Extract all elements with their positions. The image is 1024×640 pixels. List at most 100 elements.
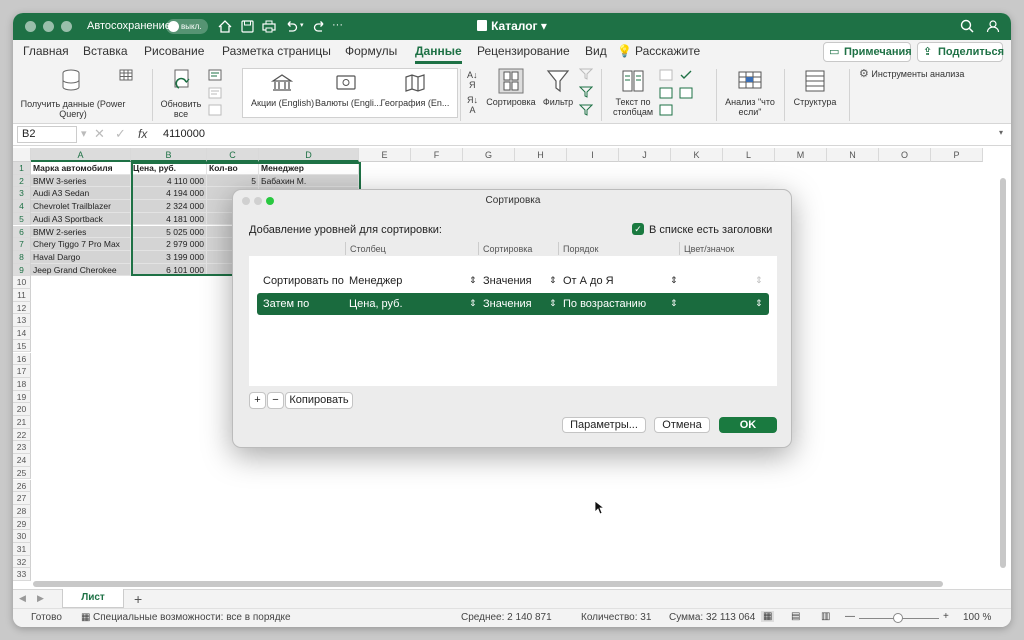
cell[interactable]: Audi A3 Sedan [31, 187, 131, 201]
scroll-left-icon[interactable]: ◀ [19, 593, 26, 604]
column-header[interactable]: M [775, 148, 827, 162]
document-title[interactable]: Каталог ▾ [13, 19, 1011, 33]
reapply-filter-icon[interactable] [578, 86, 594, 100]
sort-column-select[interactable]: Менеджер [349, 275, 402, 287]
options-button[interactable]: Параметры... [562, 417, 646, 433]
remove-level-button[interactable]: − [267, 392, 284, 409]
comments-button[interactable]: ▭ Примечания [823, 42, 912, 62]
column-header[interactable]: E [359, 148, 411, 162]
data-type-stocks[interactable]: Акции (English) [251, 73, 314, 108]
zoom-in-icon[interactable]: + [943, 611, 949, 622]
analysis-tools-button[interactable]: ⚙ Инструменты анализа [859, 69, 964, 80]
cancel-button[interactable]: Отмена [654, 417, 710, 433]
row-header[interactable]: 9 [13, 263, 31, 277]
column-header[interactable]: L [723, 148, 775, 162]
edit-links-icon[interactable] [208, 104, 222, 118]
column-header[interactable]: G [463, 148, 515, 162]
tab-review[interactable]: Рецензирование [477, 44, 570, 58]
row-header[interactable]: 33 [13, 568, 31, 582]
cell[interactable]: 4 110 000 [131, 174, 207, 188]
row-header[interactable]: 17 [13, 365, 31, 378]
name-box-dropdown-icon[interactable]: ▾ [81, 127, 87, 140]
cancel-entry-icon[interactable]: ✕ [94, 126, 105, 142]
accessibility-status[interactable]: Специальные возможности: все в порядке [93, 612, 291, 623]
column-header[interactable]: H [515, 148, 567, 162]
row-header[interactable]: 3 [13, 187, 31, 201]
page-layout-view-icon[interactable]: ▤ [791, 611, 800, 622]
row-header[interactable]: 19 [13, 390, 31, 404]
row-header[interactable]: 11 [13, 289, 31, 302]
cell[interactable]: Цена, руб. [131, 162, 207, 175]
tab-view[interactable]: Вид [585, 44, 607, 58]
ok-button[interactable]: OK [719, 417, 777, 433]
relationships-icon[interactable] [679, 87, 693, 101]
column-header[interactable]: O [879, 148, 931, 162]
add-sheet-button[interactable]: + [134, 591, 142, 607]
column-header[interactable]: A [31, 148, 131, 162]
properties-icon[interactable] [208, 87, 222, 101]
row-header[interactable]: 31 [13, 543, 31, 556]
tab-data[interactable]: Данные [415, 44, 462, 64]
outline-button[interactable]: Структура [790, 68, 840, 107]
cell[interactable]: 5 025 000 [131, 225, 207, 239]
row-header[interactable]: 12 [13, 301, 31, 315]
row-header[interactable]: 15 [13, 339, 31, 353]
headers-checkbox-label[interactable]: В списке есть заголовки [649, 224, 772, 236]
cell[interactable]: BMW 3-series [31, 174, 131, 188]
row-header[interactable]: 20 [13, 403, 31, 416]
cell[interactable]: BMW 2-series [31, 225, 131, 239]
column-header[interactable]: K [671, 148, 723, 162]
search-icon[interactable] [957, 16, 977, 36]
column-header[interactable]: N [827, 148, 879, 162]
formula-input[interactable]: 4110000 [163, 128, 205, 140]
tab-page-layout[interactable]: Разметка страницы [222, 44, 331, 58]
sort-level-row-selected[interactable]: Затем по Цена, руб. ⇕ Значения ⇕ По возр… [257, 293, 769, 315]
cell[interactable]: 4 194 000 [131, 187, 207, 201]
row-header[interactable]: 27 [13, 492, 31, 505]
horizontal-scrollbar[interactable] [33, 581, 943, 587]
function-icon[interactable]: fx [138, 127, 147, 141]
row-header[interactable]: 8 [13, 250, 31, 264]
cell[interactable]: 2 979 000 [131, 238, 207, 251]
add-level-button[interactable]: + [249, 392, 266, 409]
row-header[interactable]: 28 [13, 504, 31, 518]
clear-filter-icon[interactable] [578, 68, 594, 82]
row-header[interactable]: 32 [13, 555, 31, 569]
cell[interactable]: 3 199 000 [131, 250, 207, 264]
row-header[interactable]: 6 [13, 225, 31, 239]
cell[interactable]: Бабахин М. [259, 174, 359, 188]
cell[interactable]: Менеджер [259, 162, 359, 175]
row-header[interactable]: 13 [13, 314, 31, 328]
column-header[interactable]: I [567, 148, 619, 162]
zoom-level[interactable]: 100 % [963, 612, 991, 623]
tab-draw[interactable]: Рисование [144, 44, 204, 58]
filter-button[interactable]: Фильтр [540, 68, 576, 107]
vertical-scrollbar[interactable] [1000, 178, 1006, 568]
scroll-right-icon[interactable]: ▶ [37, 593, 44, 604]
sort-order-select[interactable]: По возрастанию [563, 298, 646, 310]
cell[interactable]: Audi A3 Sportback [31, 212, 131, 226]
row-header[interactable]: 16 [13, 352, 31, 366]
text-to-columns-button[interactable]: Текст по столбцам [608, 68, 658, 117]
get-data-button[interactable]: Получить данные (Power Query) [19, 68, 127, 119]
cell[interactable]: Chevrolet Trailblazer [31, 200, 131, 213]
flash-fill-icon[interactable] [659, 69, 673, 83]
row-header[interactable]: 24 [13, 454, 31, 467]
data-type-geography[interactable]: География (En... [379, 73, 451, 108]
row-header[interactable]: 7 [13, 238, 31, 251]
sheet-tab-list[interactable]: Лист [62, 589, 124, 608]
tab-tell-me[interactable]: Расскажите [635, 44, 700, 58]
column-header[interactable]: J [619, 148, 671, 162]
cell[interactable]: Кол-во [207, 162, 259, 175]
refresh-all-button[interactable]: Обновить все [159, 68, 205, 119]
sort-descending-button[interactable]: Я↓ А [467, 95, 478, 115]
normal-view-icon[interactable]: ▦ [761, 611, 775, 622]
zoom-slider-thumb[interactable] [893, 613, 903, 623]
column-header[interactable]: P [931, 148, 983, 162]
row-header[interactable]: 4 [13, 200, 31, 213]
column-header[interactable]: D [259, 148, 359, 162]
account-icon[interactable] [983, 16, 1003, 36]
tab-home[interactable]: Главная [23, 44, 69, 58]
headers-checkbox[interactable]: ✓ [632, 223, 644, 235]
sort-order-select[interactable]: От А до Я [563, 275, 614, 287]
